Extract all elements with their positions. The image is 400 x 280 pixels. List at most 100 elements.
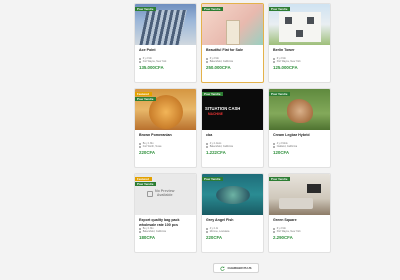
tag-badge: Pour Vendre [269, 7, 291, 11]
location-icon [273, 146, 276, 149]
fish-graphic [216, 186, 250, 204]
listing-image[interactable]: Pour Vendre [269, 89, 330, 130]
listing-meta: Port Wayne, New York [273, 60, 326, 63]
listing-meta: Port Wayne, New York [273, 230, 326, 233]
listing-image[interactable]: No Preview Available Featured Pour Vendr… [135, 174, 196, 215]
listing-card[interactable]: Pour Vendre Cream Legbar Hybrid 4 y 2 Mo… [268, 88, 331, 168]
listing-location: Bakersfield, California [142, 230, 166, 234]
tv-graphic [307, 184, 321, 193]
clock-icon [139, 227, 142, 230]
image-placeholder-icon [147, 191, 153, 197]
listing-price: 2.290CFA [273, 235, 293, 241]
tag-badge: Pour Vendre [135, 97, 157, 101]
listing-title[interactable]: Beautiful Flat for Sale [206, 48, 259, 57]
listing-price: 1.222CFA [206, 150, 226, 156]
listing-grid: Pour Vendre Ace Point 6 y 2 Mo Fort Wayn… [134, 3, 331, 253]
clock-icon [206, 227, 209, 230]
tag-badge: Pour Vendre [202, 177, 224, 181]
listing-title[interactable]: Green Square [273, 218, 326, 227]
location-icon [139, 146, 142, 149]
door-graphic [226, 20, 240, 45]
tag-badge: Pour Vendre [135, 182, 157, 186]
listings-page: Pour Vendre Ace Point 6 y 2 Mo Fort Wayn… [0, 0, 400, 280]
listing-image[interactable]: Pour Vendre [269, 4, 330, 45]
location-icon [139, 61, 142, 64]
listing-title[interactable]: Ace Point [139, 48, 192, 57]
location-icon [206, 61, 209, 64]
listing-card[interactable]: Featured Pour Vendre Brown Pomeranian Bu… [134, 88, 197, 168]
no-preview-text: No Preview Available [155, 189, 175, 198]
clock-icon [139, 57, 142, 60]
refresh-icon [220, 266, 226, 271]
listing-title[interactable]: Grey Angel Fish [206, 218, 259, 227]
listing-location: Fort Wayne, New York [142, 60, 167, 64]
tag-badge: Pour Vendre [269, 177, 291, 181]
tag-badge: Pour Vendre [135, 7, 157, 11]
listing-price: 125.000CFA [273, 65, 298, 71]
listing-location: Oakland, California [276, 145, 298, 149]
clock-icon [273, 227, 276, 230]
tag-badge: Pour Vendre [202, 7, 224, 11]
listing-price: 220CFA [206, 235, 223, 241]
clock-icon [206, 142, 209, 145]
location-icon [273, 61, 276, 64]
listing-price: 120CFA [273, 150, 290, 156]
listing-card[interactable]: No Preview Available Featured Pour Vendr… [134, 173, 197, 253]
listing-meta: Oakland, California [273, 145, 326, 148]
listing-price: 250.000CFA [206, 65, 231, 71]
listing-location: Bakersfield, California [209, 145, 233, 149]
listing-image[interactable]: Featured Pour Vendre [135, 89, 196, 130]
location-icon [206, 231, 209, 234]
clock-icon [206, 57, 209, 60]
listing-card[interactable]: SITUATION CASH MACHINE Pour Vendre cba 4… [201, 88, 264, 168]
featured-badge: Featured [135, 92, 152, 96]
listing-title[interactable]: Berlin Tower [273, 48, 326, 57]
listing-title[interactable]: Cream Legbar Hybrid [273, 133, 326, 142]
listing-image[interactable]: Pour Vendre [202, 4, 263, 45]
listing-card[interactable]: Pour Vendre Grey Angel Fish 4 y 4 Jo Mon… [201, 173, 264, 253]
listing-card[interactable]: Pour Vendre Green Square 6 y 2 Mo Port W… [268, 173, 331, 253]
location-icon [273, 231, 276, 234]
clock-icon [139, 142, 142, 145]
listing-image[interactable]: Pour Vendre [135, 4, 196, 45]
listing-meta: Bakersfield, California [139, 230, 192, 233]
listing-card[interactable]: Pour Vendre Ace Point 6 y 2 Mo Fort Wayn… [134, 3, 197, 83]
listing-price: 180CFA [139, 235, 156, 241]
window-graphic [296, 30, 303, 37]
clock-icon [273, 57, 276, 60]
listing-location: Bakersfield, California [209, 60, 233, 64]
listing-price: 220CFA [139, 150, 156, 156]
tag-badge: Pour Vendre [269, 92, 291, 96]
listing-image[interactable]: Pour Vendre [202, 174, 263, 215]
listing-image[interactable]: Pour Vendre [269, 174, 330, 215]
listing-location: Monroe, Louisiana [209, 230, 230, 234]
listing-card[interactable]: Pour Vendre Beautiful Flat for Sale 6 y … [201, 3, 264, 83]
listing-meta: Monroe, Louisiana [206, 230, 259, 233]
image-caption: SITUATION CASH [205, 106, 241, 111]
listing-title[interactable]: Brown Pomeranian [139, 133, 192, 142]
listing-price: 135.000CFA [139, 65, 164, 71]
featured-badge: Featured [135, 177, 152, 181]
listing-meta: Bakersfield, California [206, 60, 259, 63]
listing-title[interactable]: Export quality bag pack wholesale rate 1… [139, 218, 192, 227]
listing-meta: Fort Worth, Texas [139, 145, 192, 148]
listing-location: Port Wayne, New York [276, 60, 301, 64]
building-graphic [139, 10, 187, 45]
tag-badge: Pour Vendre [202, 92, 224, 96]
hen-graphic [287, 99, 313, 123]
listing-meta: Fort Wayne, New York [139, 60, 192, 63]
load-more-label: CHARGER PLUS [227, 266, 252, 270]
listing-image[interactable]: SITUATION CASH MACHINE Pour Vendre [202, 89, 263, 130]
listing-meta: Bakersfield, California [206, 145, 259, 148]
location-icon [206, 146, 209, 149]
listing-location: Port Wayne, New York [276, 230, 301, 234]
listing-title[interactable]: cba [206, 133, 259, 142]
window-graphic [307, 17, 314, 24]
listing-location: Fort Worth, Texas [142, 145, 162, 149]
sofa-graphic [279, 198, 313, 209]
clock-icon [273, 142, 276, 145]
load-more-button[interactable]: CHARGER PLUS [213, 263, 259, 273]
window-graphic [285, 17, 292, 24]
location-icon [139, 231, 142, 234]
listing-card[interactable]: Pour Vendre Berlin Tower 6 y 2 Mo Port W… [268, 3, 331, 83]
